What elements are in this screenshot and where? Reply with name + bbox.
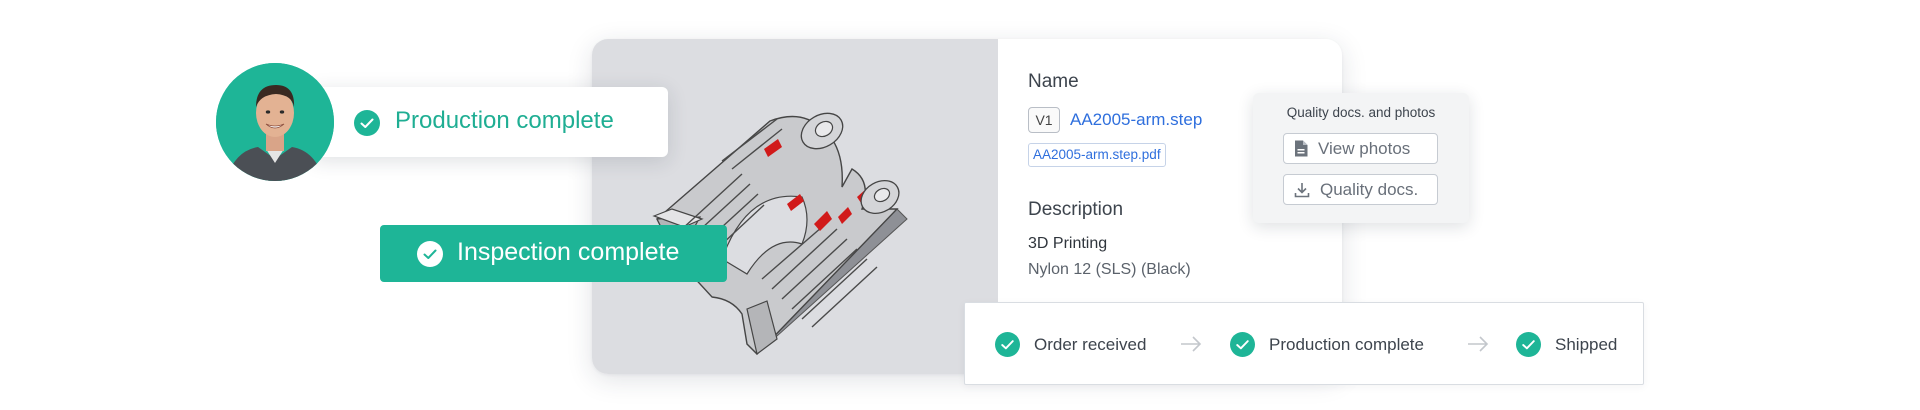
step-label: Production complete xyxy=(1269,334,1424,354)
process-text: 3D Printing xyxy=(1028,235,1108,252)
arrow-right-icon xyxy=(1181,336,1202,352)
inspection-complete-label: Inspection complete xyxy=(457,238,680,266)
inspection-complete-badge: Inspection complete xyxy=(380,225,727,282)
step-order-received: Order received xyxy=(995,332,1146,357)
order-status-tracker: Order received Production complete Shipp… xyxy=(964,302,1644,385)
download-icon xyxy=(1294,182,1310,197)
quality-docs-label: Quality docs. xyxy=(1320,179,1419,199)
check-circle-icon xyxy=(1516,332,1541,357)
check-circle-icon xyxy=(417,241,443,267)
production-complete-label: Production complete xyxy=(395,107,614,134)
step-production-complete: Production complete xyxy=(1230,332,1424,357)
description-heading: Description xyxy=(1028,199,1124,220)
view-photos-button[interactable]: View photos xyxy=(1283,133,1438,164)
quality-popover-title: Quality docs. and photos xyxy=(1286,105,1436,120)
step-label: Shipped xyxy=(1555,334,1618,354)
avatar xyxy=(216,63,334,181)
part-3d-model-image xyxy=(652,112,908,356)
check-circle-icon xyxy=(354,110,380,136)
arrow-right-icon xyxy=(1468,336,1489,352)
production-complete-badge: Production complete xyxy=(312,87,668,157)
version-badge: V1 xyxy=(1028,107,1060,133)
quality-docs-popover: Quality docs. and photos View photos Qua… xyxy=(1253,93,1469,223)
document-icon xyxy=(1295,140,1308,157)
step-file-link[interactable]: AA2005-arm.step xyxy=(1070,110,1202,130)
step-shipped: Shipped xyxy=(1516,332,1617,357)
material-text: Nylon 12 (SLS) (Black) xyxy=(1028,261,1191,278)
step-label: Order received xyxy=(1034,334,1147,354)
view-photos-label: View photos xyxy=(1318,138,1411,158)
check-circle-icon xyxy=(995,332,1020,357)
check-circle-icon xyxy=(1230,332,1255,357)
quality-docs-button[interactable]: Quality docs. xyxy=(1283,174,1438,205)
name-heading: Name xyxy=(1028,71,1079,92)
pdf-file-link[interactable]: AA2005-arm.step.pdf xyxy=(1028,143,1166,167)
